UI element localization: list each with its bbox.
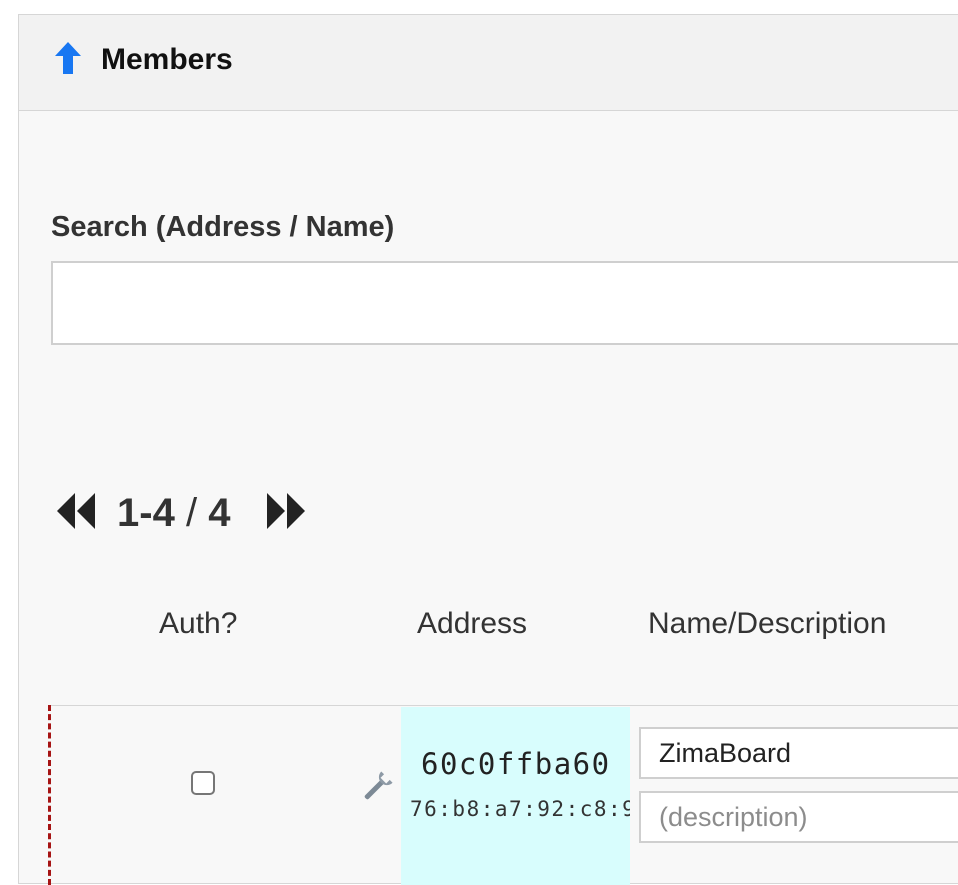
search-input[interactable] xyxy=(51,261,958,345)
member-address: 60c0ffba60 xyxy=(421,747,611,781)
member-mac: 76:b8:a7:92:c8:9 xyxy=(410,797,630,821)
auth-checkbox[interactable] xyxy=(191,771,215,795)
pagination-text: 1-4 / 4 xyxy=(117,487,230,539)
column-header-auth: Auth? xyxy=(159,607,238,640)
double-chevron-left-icon[interactable] xyxy=(55,491,97,531)
members-panel: Members Search (Address / Name) 1-4 / 4 … xyxy=(18,14,958,885)
double-chevron-right-icon[interactable] xyxy=(265,491,307,531)
pagination-total: 4 xyxy=(208,491,231,535)
wrench-icon[interactable] xyxy=(359,769,395,805)
pagination-range: 1-4 xyxy=(117,491,175,535)
search-label: Search (Address / Name) xyxy=(51,211,395,243)
column-header-address: Address xyxy=(417,607,528,640)
pagination-separator: / xyxy=(185,491,198,535)
arrow-up-icon[interactable] xyxy=(53,41,83,75)
column-header-name: Name/Description xyxy=(648,607,887,640)
table-divider xyxy=(49,705,958,706)
member-address-cell[interactable]: 60c0ffba60 76:b8:a7:92:c8:9 xyxy=(401,707,630,885)
row-status-marker xyxy=(48,705,51,885)
page-title: Members xyxy=(101,43,233,76)
member-name-input[interactable] xyxy=(639,727,958,779)
member-description-input[interactable] xyxy=(639,791,958,843)
panel-header: Members xyxy=(19,15,958,111)
